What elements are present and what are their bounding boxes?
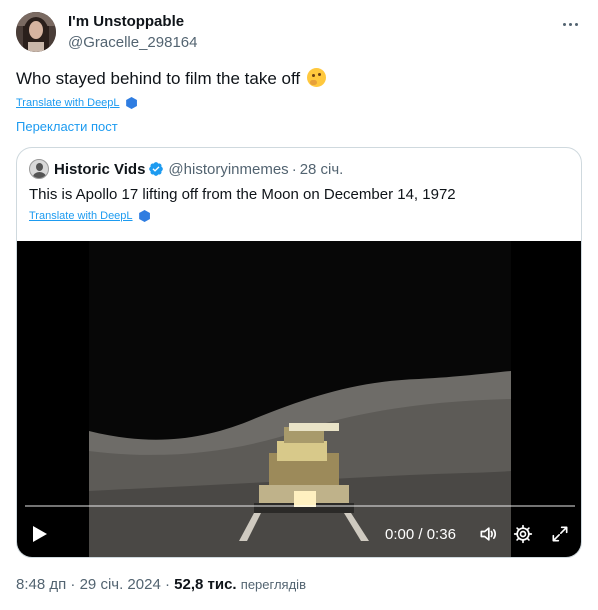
author-handle[interactable]: @Gracelle_298164 [68, 33, 197, 53]
verified-badge-icon [149, 162, 164, 176]
quoted-handle[interactable]: @historyinmemes [168, 161, 288, 178]
tweet-date[interactable]: 29 січ. 2024 [80, 576, 161, 593]
more-options-icon[interactable] [558, 12, 582, 36]
separator-dot: · [70, 576, 76, 593]
quoted-avatar[interactable] [29, 159, 49, 179]
avatar[interactable] [16, 12, 56, 52]
volume-icon[interactable] [478, 524, 498, 544]
translate-deepl-label: Translate with DeepL [16, 97, 120, 109]
video-frame[interactable] [89, 241, 511, 557]
quoted-display-name[interactable]: Historic Vids [54, 161, 145, 178]
tweet-time[interactable]: 8:48 дп [16, 576, 66, 593]
video-progress-bar[interactable] [25, 505, 575, 507]
quoted-date[interactable]: 28 січ. [300, 161, 344, 178]
tweet-text: Who stayed behind to film the take off [16, 68, 326, 90]
settings-gear-icon[interactable] [513, 524, 533, 544]
tweet-header: I'm Unstoppable @Gracelle_298164 [16, 12, 582, 56]
video-controls: 0:00 / 0:36 [17, 517, 581, 551]
separator-dot: · [291, 160, 297, 178]
views-label: переглядів [240, 577, 306, 592]
quoted-tweet-header: Historic Vids @historyinmemes · 28 січ. [29, 159, 343, 179]
play-icon[interactable] [31, 524, 49, 544]
translate-post-link[interactable]: Перекласти пост [16, 119, 118, 135]
video-current-time: 0:00 [385, 526, 415, 543]
video-player[interactable]: 0:00 / 0:36 [17, 241, 581, 557]
quoted-translate-deepl-link[interactable]: Translate with DeepL [29, 209, 151, 223]
deepl-icon [126, 97, 137, 109]
video-time: 0:00 / 0:36 [385, 526, 456, 543]
author-info: I'm Unstoppable @Gracelle_298164 [68, 13, 197, 53]
separator-dot: · [164, 576, 170, 593]
quoted-tweet-text: This is Apollo 17 lifting off from the M… [29, 186, 456, 203]
thinking-face-emoji-icon [306, 68, 326, 87]
video-still-image [89, 241, 511, 557]
author-display-name[interactable]: I'm Unstoppable [68, 13, 197, 31]
deepl-icon [139, 210, 150, 222]
tweet-text-content: Who stayed behind to film the take off [16, 69, 301, 88]
quoted-tweet-card[interactable]: Historic Vids @historyinmemes · 28 січ. … [16, 147, 582, 558]
quoted-translate-deepl-label: Translate with DeepL [29, 210, 133, 222]
video-duration: 0:36 [426, 526, 456, 543]
translate-deepl-link[interactable]: Translate with DeepL [16, 96, 138, 110]
video-time-separator: / [418, 526, 423, 543]
views-count: 52,8 тис. [174, 576, 237, 593]
tweet-meta: 8:48 дп · 29 січ. 2024 · 52,8 тис. перег… [16, 575, 306, 595]
fullscreen-icon[interactable] [550, 524, 570, 544]
